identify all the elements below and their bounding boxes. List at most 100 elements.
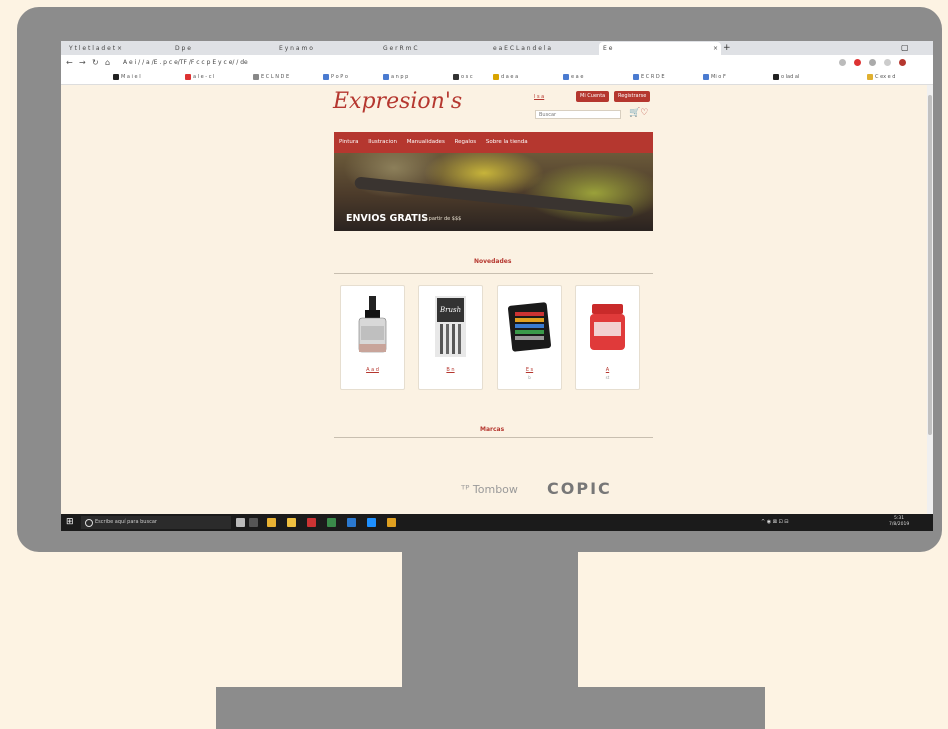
product-card[interactable]: E s b [497,285,562,390]
copic-logo[interactable]: COPIC [547,479,612,498]
monitor-frame: Y t l e t l a d e t × D p e E y n a m o … [17,7,942,552]
tab-4[interactable]: G e r R m C [379,42,487,55]
taskbar-search[interactable]: Escribe aquí para buscar [81,516,231,529]
window-maximize-icon[interactable]: ▢ [901,42,909,54]
banner-image [354,176,634,218]
brush-pen-image: Brush [435,296,466,357]
file-explorer-icon[interactable] [287,518,296,527]
menu-item-regalos[interactable]: Regalos [455,139,477,145]
bookmark-item[interactable]: d a e a [493,70,518,84]
tab-5[interactable]: e a E C L a n d e l a [489,42,597,55]
tab-label: G e r R m C [383,45,418,52]
tab-3[interactable]: E y n a m o [275,42,377,55]
tombow-logo[interactable]: ᵀᴾ Tombow [461,483,518,496]
star-icon[interactable] [839,59,846,66]
search-input[interactable]: Buscar [535,110,621,119]
tab-active[interactable]: E e × [599,42,721,55]
bookmark-icon [185,73,191,80]
scrollbar-thumb[interactable] [928,95,932,435]
browser-tab-bar: Y t l e t l a d e t × D p e E y n a m o … [61,41,933,55]
tab-1[interactable]: Y t l e t l a d e t × [65,42,169,55]
wishlist-icon[interactable]: ♡ [640,108,648,118]
menu-item-sobre-la-tienda[interactable]: Sobre la tienda [486,139,528,145]
product-card[interactable]: Brush B n [418,285,483,390]
app-icon[interactable] [327,518,336,527]
bookmark-icon [253,73,259,80]
web-page: Expresion's l s a Mi Cuenta Registrarse … [61,85,927,514]
my-account-button[interactable]: Mi Cuenta [576,91,610,102]
product-name[interactable]: A [576,367,639,373]
product-card[interactable]: A st [575,285,640,390]
profile-icon[interactable] [898,59,906,66]
windows-start-icon[interactable]: ⊞ [66,518,75,527]
bookmark-item[interactable]: M a i e I [113,70,141,84]
close-tab-icon[interactable]: × [713,42,718,55]
reload-icon[interactable]: ↻ [92,55,99,70]
site-logo[interactable]: Expresion's [333,89,462,114]
screen: Y t l e t l a d e t × D p e E y n a m o … [61,41,933,531]
bookmark-item[interactable]: e a e [563,70,583,84]
tab-label: Y t l e t l a d e t × [69,45,123,52]
app-icon[interactable] [267,518,276,527]
bookmark-item[interactable]: Mi o F [703,70,726,84]
bookmark-item[interactable]: o lad al [773,70,799,84]
menu-item-ilustracion[interactable]: Ilustracion [368,139,397,145]
new-tab-button[interactable]: + [723,42,731,54]
product-price: st [605,375,610,380]
bookmark-icon [703,73,709,80]
home-icon[interactable]: ⌂ [105,55,110,70]
bookmark-item[interactable]: a n p p [383,70,408,84]
url-input[interactable]: A e i / / a /E . p c e/TF /F c c p E y c… [123,57,823,68]
bookmark-icon [493,73,499,80]
promo-banner[interactable]: ENVIOS GRATIS a partir de $$$ [334,153,653,231]
system-tray[interactable]: ^ ◉ ⊠ ⊡ ⊟ [761,514,788,531]
svg-text:Brush: Brush [439,306,461,314]
clock[interactable]: 5:31 7/8/2019 [889,516,909,528]
divider [334,437,653,438]
tab-label: D p e [175,45,191,52]
product-name[interactable]: A a d [341,367,404,373]
main-menu: Pintura Ilustracion Manualidades Regalos… [334,132,653,153]
divider [334,273,653,274]
extension-icon[interactable] [883,59,891,66]
tab-label: e a E C L a n d e l a [493,45,552,52]
product-name[interactable]: E s [498,367,561,373]
bookmark-item[interactable]: C ex e d [867,70,895,84]
bookmark-icon [773,73,779,80]
address-bar-row: ← → ↻ ⌂ A e i / / a /E . p c e/TF /F c c… [61,55,933,70]
tab-2[interactable]: D p e [171,42,273,55]
app-icon[interactable] [347,518,356,527]
windows-taskbar: ⊞ Escribe aquí para buscar ^ ◉ ⊠ ⊡ ⊟ 5:3… [61,514,933,531]
bookmark-icon [633,73,639,80]
chrome-icon[interactable] [307,518,316,527]
edge-icon[interactable] [367,518,376,527]
cart-icon[interactable]: 🛒♡ [629,108,648,118]
scrollbar[interactable] [927,85,933,514]
product-card[interactable]: A a d [340,285,405,390]
bookmark-icon [563,73,569,80]
bookmark-item[interactable]: a l e - c l [185,70,214,84]
bookmark-item[interactable]: E C L N D E [253,70,289,84]
bookmark-item[interactable]: E C R D E [633,70,665,84]
extension-icon[interactable] [868,59,876,66]
menu-item-pintura[interactable]: Pintura [339,139,358,145]
bookmark-item[interactable]: o s c [453,70,473,84]
bookmark-item[interactable]: P o P o [323,70,348,84]
task-view-icon[interactable] [249,518,258,527]
register-button[interactable]: Registrarse [614,91,651,102]
tab-label: E y n a m o [279,45,313,52]
microphone-icon[interactable] [236,518,245,527]
marker-case-image [507,302,551,352]
forward-icon[interactable]: → [79,55,86,70]
banner-title: ENVIOS GRATIS [346,213,429,224]
app-icon[interactable] [387,518,396,527]
bookmark-icon [323,73,329,80]
back-icon[interactable]: ← [66,55,73,70]
bookmark-icon [113,73,119,80]
menu-item-manualidades[interactable]: Manualidades [407,139,445,145]
top-links[interactable]: l s a [534,94,544,100]
product-name[interactable]: B n [419,367,482,373]
opera-icon[interactable] [853,59,861,66]
bookmark-icon [867,73,873,80]
tab-label: E e [603,45,613,52]
